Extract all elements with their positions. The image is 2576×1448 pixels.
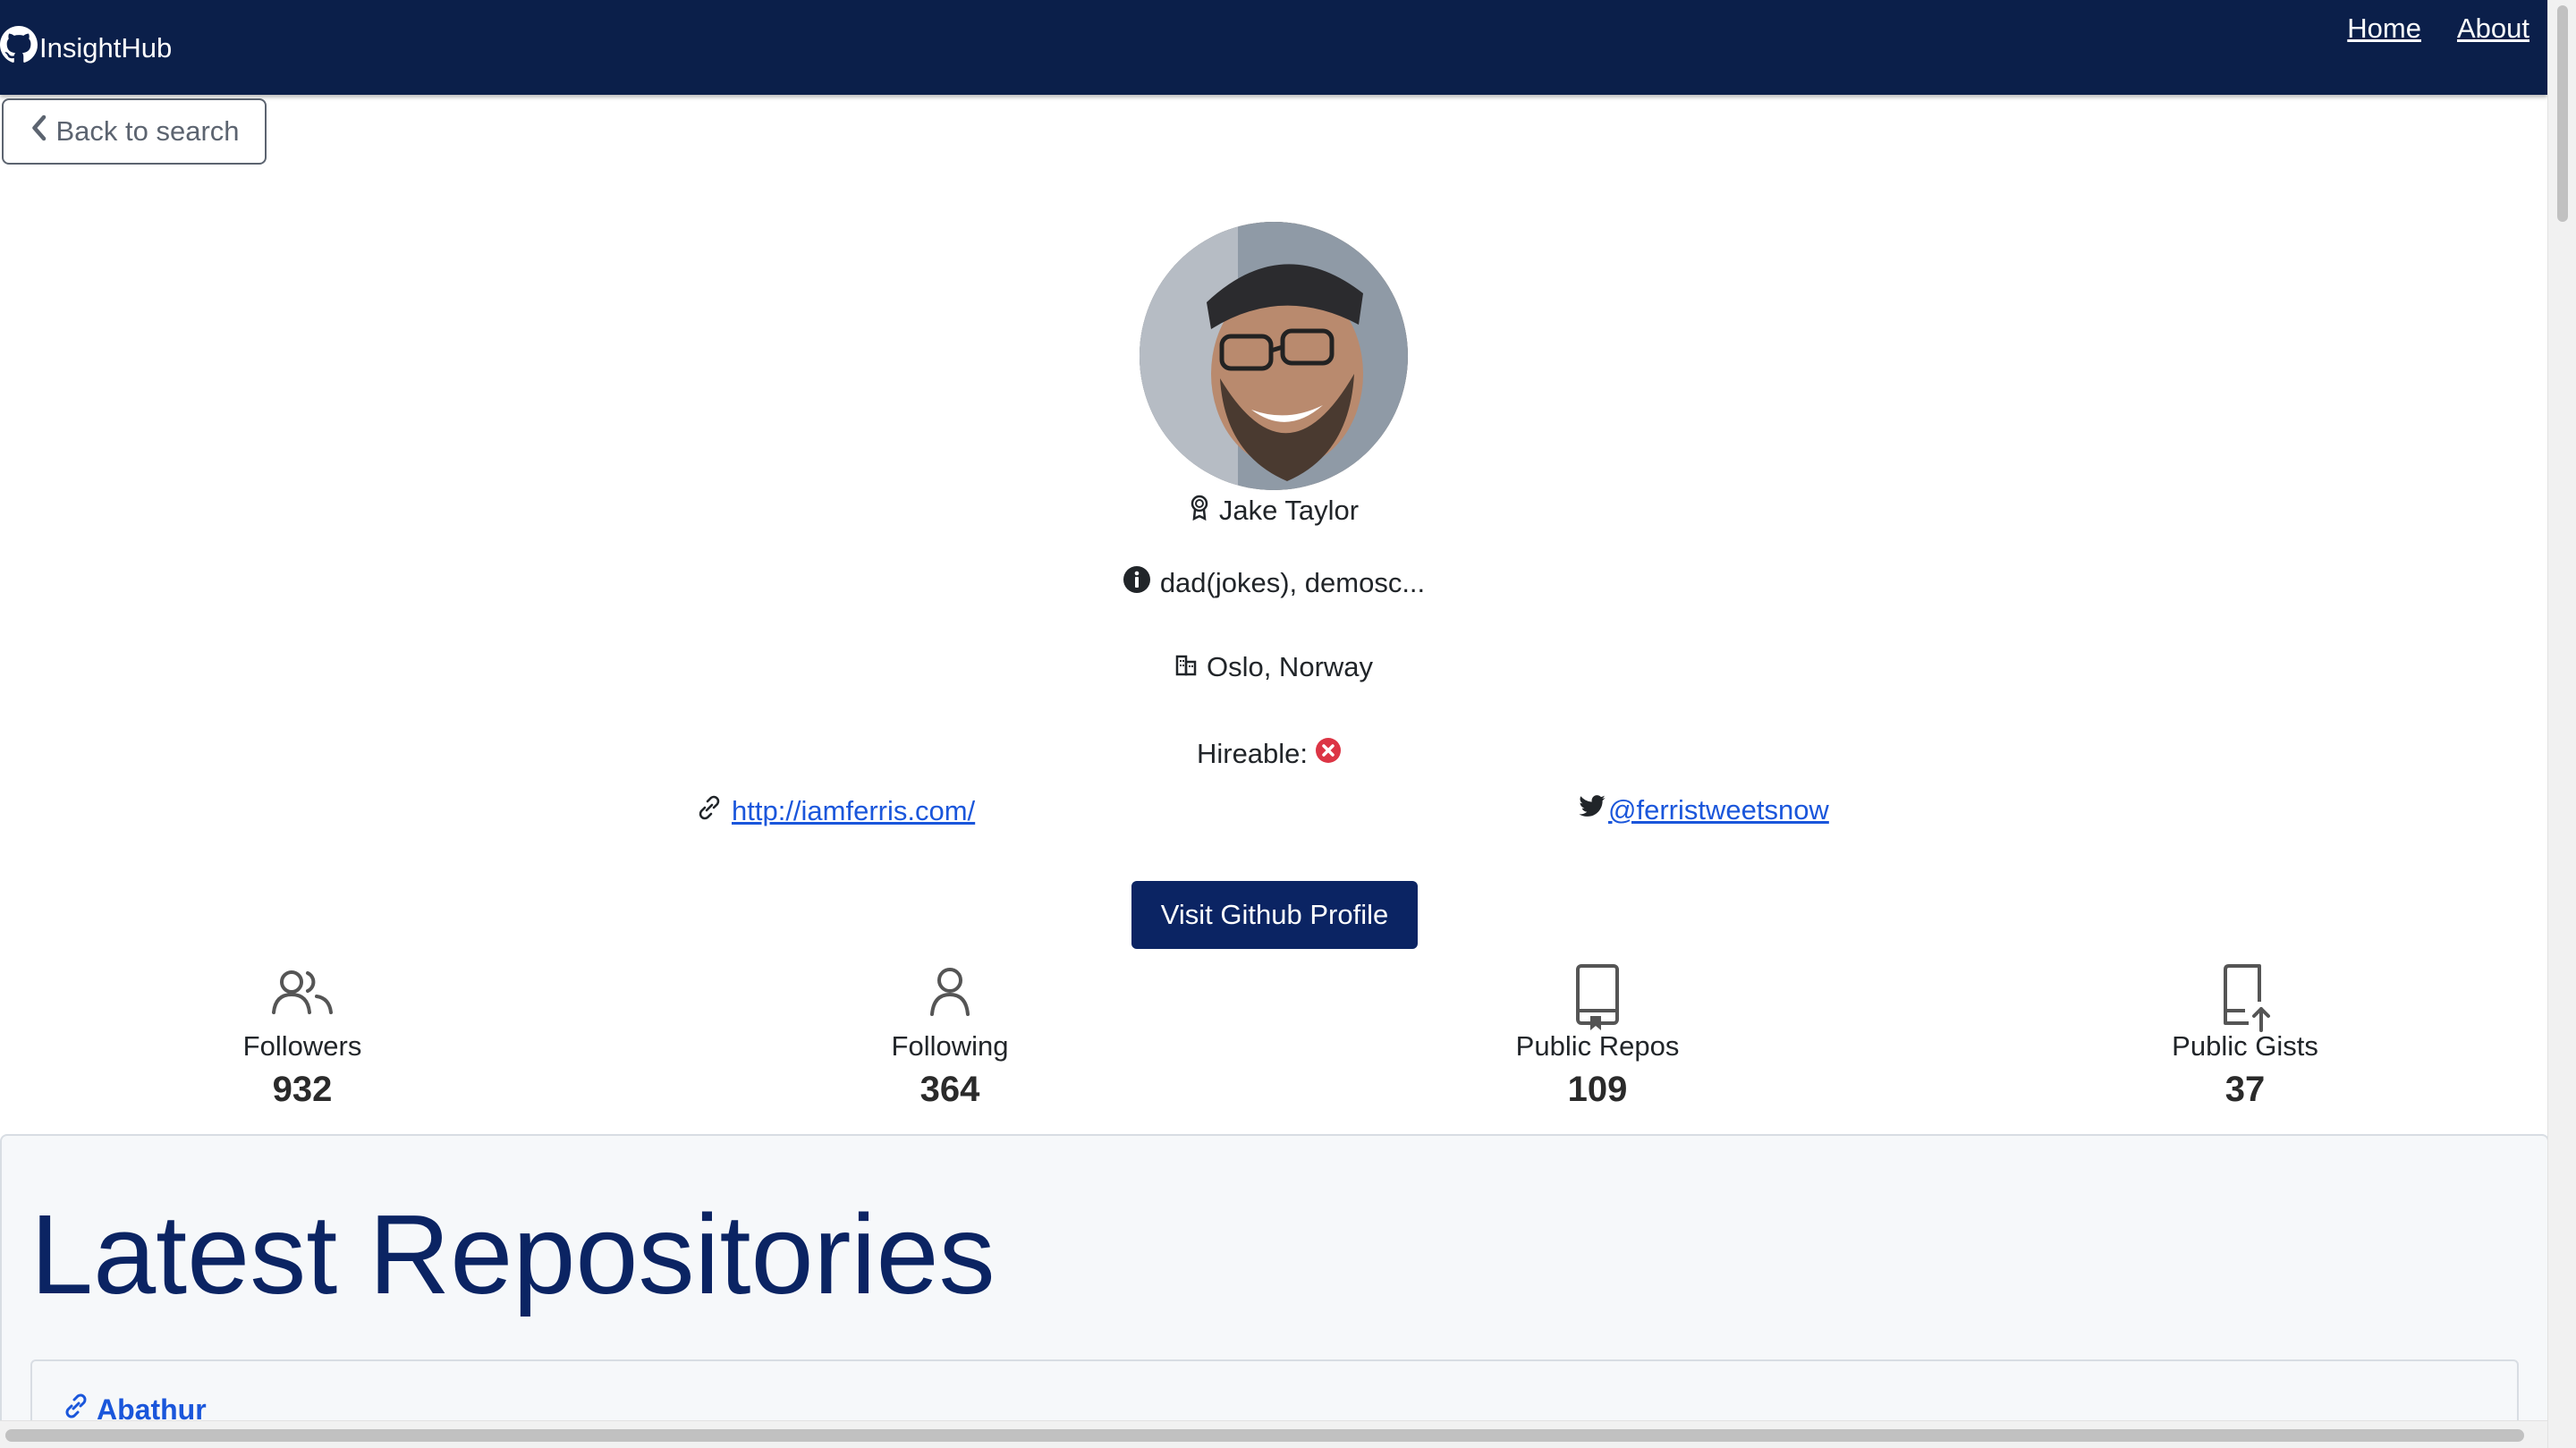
twitter-link[interactable]: @ferristweetsnow [1608,794,1829,826]
hireable-label: Hireable: [1196,738,1309,769]
repositories-title: Latest Repositories [30,1191,996,1317]
gist-icon [2111,962,2379,1034]
twitter-icon [1578,794,1606,826]
profile-location-row: Oslo, Norway [0,651,2547,683]
stat-following: Following 364 [816,962,1084,1110]
stat-label: Followers [242,1030,362,1062]
stat-value: 932 [272,1070,333,1109]
stat-label: Public Gists [2172,1030,2318,1062]
stat-followers: Followers 932 [168,962,436,1110]
blog-link[interactable]: http://iamferris.com/ [732,795,975,827]
stat-label: Public Repos [1515,1030,1680,1062]
profile-bio-row: dad(jokes), demosc... [0,565,2547,601]
twitter-link-row: @ferristweetsnow [1578,794,1829,826]
stat-value: 364 [919,1070,980,1109]
back-button-label: Back to search [55,115,240,147]
profile-bio: dad(jokes), demosc... [1159,567,1426,598]
info-icon [1123,565,1160,601]
top-navbar: InsightHub Home About [0,0,2547,95]
vertical-scrollbar[interactable] [2547,0,2576,1448]
building-icon [1174,651,1207,683]
avatar [1140,222,1408,490]
nav-about-link[interactable]: About [2457,13,2529,45]
back-to-search-button[interactable]: Back to search [2,98,267,165]
profile-name: Jake Taylor [1218,495,1360,526]
repo-icon [1463,962,1732,1034]
nav-links: Home About [2347,13,2529,45]
chevron-left-icon [29,114,55,148]
stat-value: 37 [2224,1070,2266,1109]
stat-public-gists: Public Gists 37 [2111,962,2379,1110]
vertical-scrollbar-thumb[interactable] [2557,5,2568,222]
nav-home-link[interactable]: Home [2347,13,2421,45]
profile-hireable-row: Hireable: [0,737,2547,771]
visit-github-profile-button[interactable]: Visit Github Profile [1131,881,1418,949]
profile-location: Oslo, Norway [1206,651,1374,682]
x-circle-icon [1315,737,1351,771]
stat-public-repos: Public Repos 109 [1463,962,1732,1110]
link-icon [694,792,724,830]
brand[interactable]: InsightHub [0,21,172,75]
stat-value: 109 [1567,1070,1628,1109]
followers-icon [168,962,436,1025]
brand-name: InsightHub [39,32,173,64]
blog-link-row: http://iamferris.com/ [694,792,975,830]
profile-name-row: Jake Taylor [0,494,2547,528]
horizontal-scrollbar-thumb[interactable] [5,1429,2524,1442]
horizontal-scrollbar[interactable] [0,1420,2547,1448]
github-icon [0,26,39,71]
stat-label: Following [891,1030,1009,1062]
award-icon [1189,494,1219,528]
person-icon [816,962,1084,1025]
